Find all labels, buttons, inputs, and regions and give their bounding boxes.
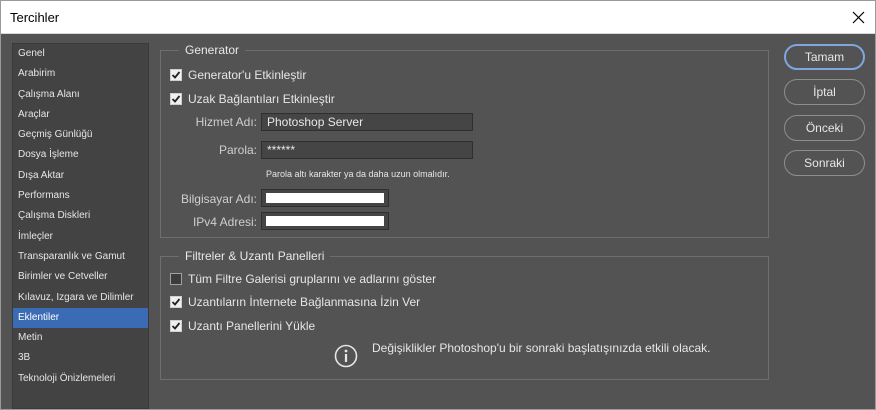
close-button[interactable] — [842, 1, 875, 34]
ipv4-field — [261, 212, 389, 230]
preferences-dialog: Tercihler Genel Arabirim Çalışma Alanı Araç… — [0, 0, 876, 410]
sidebar-item[interactable]: Transparanlık ve Gamut — [13, 247, 148, 267]
sidebar-item[interactable]: İmleçler — [13, 227, 148, 247]
dialog-content: Genel Arabirim Çalışma Alanı Araçlar Geçmiş … — [1, 35, 875, 409]
checkmark-icon — [171, 322, 181, 330]
next-button[interactable]: Sonraki — [784, 150, 865, 176]
computer-name-label: Bilgisayar Adı: — [180, 192, 257, 206]
filters-group-title: Filtreler & Uzantı Panelleri — [179, 249, 331, 263]
enable-remote-checkbox[interactable] — [170, 93, 182, 105]
sidebar-item[interactable]: Dosya İşleme — [13, 145, 148, 165]
restart-info-text: Değişiklikler Photoshop'u bir sonraki ba… — [372, 341, 711, 355]
close-icon — [852, 11, 865, 24]
checkmark-icon — [171, 71, 181, 79]
enable-remote-label[interactable]: Uzak Bağlantıları Etkinleştir — [188, 92, 335, 106]
computer-name-field — [261, 189, 389, 207]
ok-button[interactable]: Tamam — [784, 44, 865, 70]
previous-button[interactable]: Önceki — [784, 115, 865, 141]
sidebar-item[interactable]: Metin — [13, 328, 148, 348]
load-panels-label[interactable]: Uzantı Panellerini Yükle — [188, 319, 315, 333]
password-label: Parola: — [218, 143, 257, 157]
sidebar-item[interactable]: Genel — [13, 44, 148, 64]
sidebar-item[interactable]: Performans — [13, 186, 148, 206]
sidebar-item[interactable]: Çalışma Alanı — [13, 85, 148, 105]
sidebar-item[interactable]: Kılavuz, Izgara ve Dilimler — [13, 288, 148, 308]
service-name-field[interactable]: Photoshop Server — [261, 113, 473, 131]
extensions-internet-label[interactable]: Uzantıların İnternete Bağlanmasına İzin … — [188, 295, 420, 309]
load-panels-checkbox[interactable] — [170, 320, 182, 332]
enable-generator-label[interactable]: Generator'u Etkinleştir — [188, 68, 306, 82]
filter-gallery-label[interactable]: Tüm Filtre Galerisi gruplarını ve adları… — [188, 272, 436, 286]
extensions-internet-checkbox[interactable] — [170, 296, 182, 308]
generator-group-title: Generator — [179, 43, 246, 57]
sidebar-item[interactable]: Eklentiler — [13, 307, 148, 329]
category-sidebar: Genel Arabirim Çalışma Alanı Araçlar Geçmiş … — [12, 43, 149, 409]
window-title: Tercihler — [10, 10, 60, 25]
sidebar-item[interactable]: 3B — [13, 348, 148, 368]
sidebar-item[interactable]: Çalışma Diskleri — [13, 206, 148, 226]
filter-gallery-checkbox[interactable] — [170, 273, 182, 285]
sidebar-item[interactable]: Araçlar — [13, 105, 148, 125]
ipv4-label: IPv4 Adresi: — [192, 215, 257, 229]
title-bar: Tercihler — [1, 1, 875, 34]
service-name-label: Hizmet Adı: — [195, 115, 257, 129]
sidebar-item[interactable]: Birimler ve Cetveller — [13, 267, 148, 287]
cancel-button[interactable]: İptal — [784, 79, 865, 105]
info-icon — [334, 344, 358, 368]
enable-generator-checkbox[interactable] — [170, 69, 182, 81]
checkmark-icon — [171, 95, 181, 103]
checkmark-icon — [171, 298, 181, 306]
sidebar-item[interactable]: Teknoloji Önizlemeleri — [13, 369, 148, 389]
password-hint: Parola altı karakter ya da daha uzun olm… — [266, 169, 450, 179]
sidebar-item[interactable]: Arabirim — [13, 64, 148, 84]
password-field[interactable]: ****** — [261, 141, 473, 159]
sidebar-item[interactable]: Dışa Aktar — [13, 166, 148, 186]
sidebar-item[interactable]: Geçmiş Günlüğü — [13, 125, 148, 145]
